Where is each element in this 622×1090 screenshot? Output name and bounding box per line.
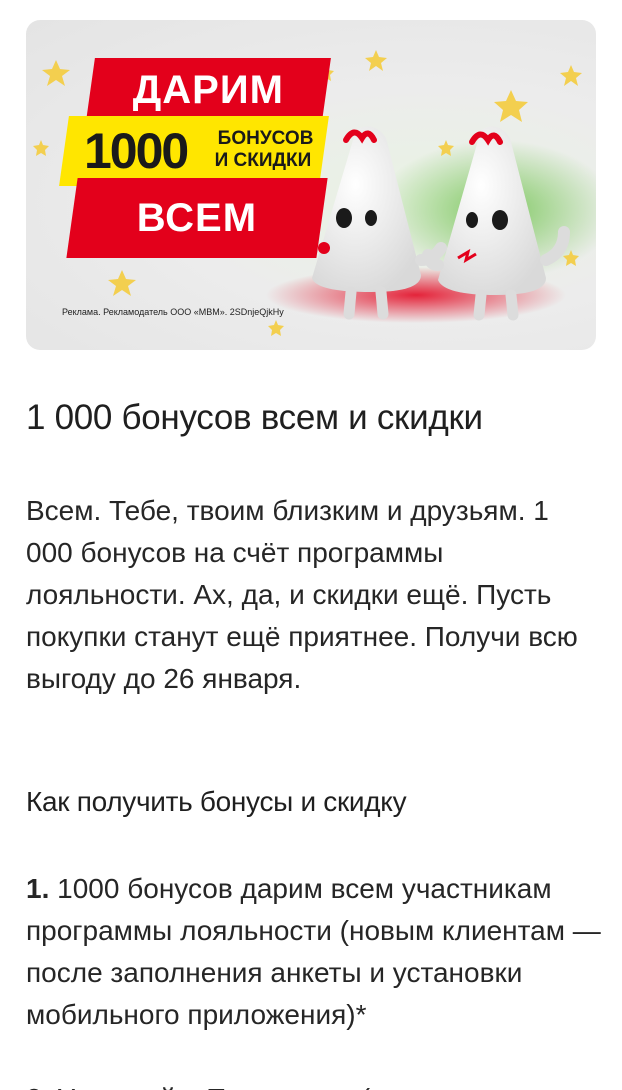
promo-banner[interactable]: ДАРИМ 1000 БОНУСОВ И СКИДКИ ВСЕМ Реклама…: [26, 20, 596, 350]
step-item: 1. 1000 бонусов дарим всем участникам пр…: [26, 868, 601, 1036]
step-text: 1000 бонусов дарим всем участникам прогр…: [26, 873, 601, 1030]
promo-word-bonuses: БОНУСОВ: [217, 128, 314, 149]
promo-line-1-text: ДАРИМ: [132, 68, 284, 112]
promo-line-3-text: ВСЕМ: [136, 196, 258, 240]
step-item-next: 2. Участвуй в Программе (или: [26, 1078, 601, 1090]
promo-word-discounts: И СКИДКИ: [214, 150, 312, 171]
article-title: 1 000 бонусов всем и скидки: [26, 398, 483, 437]
promo-amount: 1000: [84, 123, 188, 179]
how-to-heading: Как получить бонусы и скидку: [26, 786, 407, 817]
promo-line-2: 1000 БОНУСОВ И СКИДКИ: [59, 116, 329, 186]
ad-disclaimer: Реклама. Рекламодатель ООО «МВМ». 2SDnje…: [62, 307, 284, 317]
promo-line-3: ВСЕМ: [66, 178, 328, 258]
article-lead: Всем. Тебе, твоим близким и друзьям. 1 0…: [26, 495, 578, 694]
page: ДАРИМ 1000 БОНУСОВ И СКИДКИ ВСЕМ Реклама…: [0, 0, 622, 1090]
step-number: 1.: [26, 873, 50, 904]
